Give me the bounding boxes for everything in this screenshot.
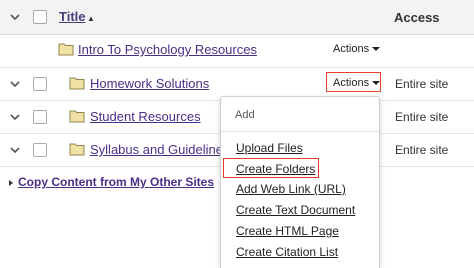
row-checkbox[interactable]: [33, 143, 47, 157]
create-folders-highlight-box: [223, 158, 319, 178]
actions-highlight-box: [326, 72, 381, 92]
row-checkbox[interactable]: [33, 110, 47, 124]
actions-dropdown-menu: Add Upload Files Create Folders Add Web …: [220, 96, 380, 268]
sort-ascending-icon[interactable]: ▲: [87, 14, 95, 23]
actions-label: Actions: [333, 43, 370, 55]
menu-item-create-text-document[interactable]: Create Text Document: [236, 203, 355, 217]
copy-content-row[interactable]: Copy Content from My Other Sites: [9, 175, 214, 189]
folder-icon: [69, 76, 85, 90]
chevron-down-icon[interactable]: [10, 79, 20, 89]
menu-item-create-html-page[interactable]: Create HTML Page: [236, 224, 339, 238]
folder-icon: [69, 142, 85, 156]
access-value: Entire site: [395, 110, 449, 124]
expand-arrow-icon: [9, 179, 13, 186]
caret-down-icon: [372, 47, 381, 52]
folder-link[interactable]: Student Resources: [90, 109, 201, 124]
menu-item-add-web-link[interactable]: Add Web Link (URL): [236, 182, 346, 196]
menu-item-create-citation-list[interactable]: Create Citation List: [236, 245, 338, 259]
folder-link[interactable]: Syllabus and Guidelines: [90, 142, 229, 157]
chevron-down-icon[interactable]: [10, 145, 20, 155]
table-row: Intro To Psychology Resources Actions: [0, 34, 474, 68]
menu-section-label: Add: [235, 109, 255, 121]
folder-icon: [58, 42, 74, 56]
chevron-down-icon[interactable]: [10, 12, 20, 22]
folder-link[interactable]: Intro To Psychology Resources: [78, 42, 257, 57]
row-checkbox[interactable]: [33, 77, 47, 91]
actions-button[interactable]: Actions: [333, 43, 381, 55]
copy-content-link[interactable]: Copy Content from My Other Sites: [18, 175, 214, 189]
table-header: Title ▲ Access: [0, 0, 474, 35]
folder-link[interactable]: Homework Solutions: [90, 76, 209, 91]
menu-divider: [221, 131, 379, 132]
access-value: Entire site: [395, 143, 449, 157]
access-column-header: Access: [394, 10, 440, 25]
menu-item-upload-files[interactable]: Upload Files: [236, 141, 303, 155]
chevron-down-icon[interactable]: [10, 112, 20, 122]
access-value: Entire site: [395, 77, 449, 91]
folder-icon: [69, 109, 85, 123]
select-all-checkbox[interactable]: [33, 10, 47, 24]
resources-page: Title ▲ Access Intro To Psychology Resou…: [0, 0, 474, 268]
title-column-header[interactable]: Title: [59, 9, 86, 24]
